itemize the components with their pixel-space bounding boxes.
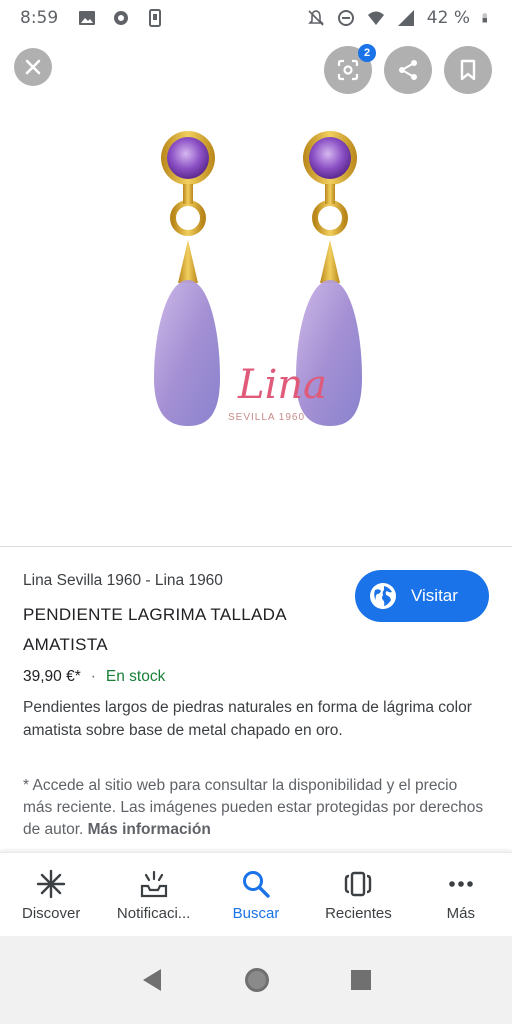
nav-notifications[interactable]: Notificaci... — [102, 853, 204, 936]
globe-icon — [370, 583, 396, 609]
separator-dot: · — [90, 668, 96, 685]
price: 39,90 €* — [23, 668, 81, 685]
close-icon — [25, 59, 41, 75]
stock-status: En stock — [105, 668, 166, 685]
search-icon — [243, 871, 270, 898]
lens-badge: 2 — [358, 44, 376, 62]
share-button[interactable] — [384, 46, 432, 94]
nav-label: Notificaci... — [116, 905, 191, 922]
lens-notification-icon — [114, 11, 129, 25]
product-description: Pendientes largos de piedras naturales e… — [23, 699, 472, 739]
nav-label: Buscar — [232, 905, 280, 922]
data-saver-icon — [337, 10, 354, 26]
image-notification-icon — [79, 11, 96, 25]
back-icon[interactable] — [139, 967, 165, 993]
battery-icon — [482, 13, 487, 23]
divider — [0, 546, 512, 547]
system-navigation-bar — [0, 936, 512, 1024]
signal-icon — [397, 10, 414, 26]
left-earring — [154, 131, 220, 426]
overview-icon[interactable] — [349, 968, 373, 992]
watermark-subtitle: SEVILLA 1960 — [228, 412, 305, 423]
lens-icon — [337, 59, 359, 81]
visit-label: Visitar — [411, 586, 458, 605]
share-icon — [399, 60, 417, 80]
nav-discover[interactable]: Discover — [0, 853, 102, 936]
status-bar: 8:59 42 % — [0, 0, 512, 36]
product-title[interactable]: PENDIENTE LAGRIMA TALLADA AMATISTA — [23, 600, 343, 660]
do-not-disturb-off-icon — [307, 10, 324, 26]
more-info-link[interactable]: Más información — [88, 821, 211, 838]
source-label[interactable]: Lina Sevilla 1960 - Lina 1960 — [23, 572, 223, 590]
more-icon — [449, 881, 473, 887]
wifi-icon — [367, 11, 384, 25]
nav-label: Discover — [22, 905, 81, 922]
save-button[interactable] — [444, 46, 492, 94]
recents-icon — [345, 871, 372, 897]
bookmark-icon — [460, 59, 476, 81]
nav-search[interactable]: Buscar — [205, 853, 307, 936]
nav-label: Más — [446, 905, 475, 922]
notifications-icon — [140, 870, 167, 898]
disclaimer: * Accede al sitio web para consultar la … — [23, 775, 488, 841]
battery-percent: 42 % — [426, 8, 470, 28]
product-image[interactable]: Lina SEVILLA 1960 — [140, 128, 370, 438]
nav-recents[interactable]: Recientes — [307, 853, 409, 936]
discover-icon — [37, 869, 66, 899]
nav-label: Recientes — [325, 905, 392, 922]
nav-more[interactable]: Más — [410, 853, 512, 936]
close-button[interactable] — [14, 48, 52, 86]
phone-notification-icon — [149, 9, 162, 27]
price-row: 39,90 €* · En stock — [23, 668, 165, 686]
visit-button[interactable]: Visitar — [355, 570, 489, 622]
clock: 8:59 — [20, 8, 59, 28]
bottom-navigation: Discover Notificaci... Buscar Recientes … — [0, 852, 512, 936]
watermark-logo: Lina — [237, 362, 327, 408]
image-viewer: 2 Lina SEVILLA 1960 — [0, 36, 512, 546]
home-icon[interactable] — [242, 965, 272, 995]
